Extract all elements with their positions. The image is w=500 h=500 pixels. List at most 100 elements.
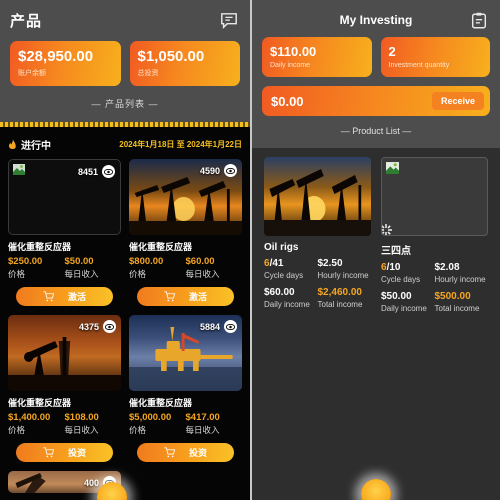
product-daily-income: $60.00 [185, 256, 215, 268]
right-header: My Investing $110.00 Daily income 2 Inve… [252, 0, 500, 148]
cart-icon [43, 291, 54, 302]
daily-income-value: $110.00 [270, 44, 317, 59]
view-count: 4590 [199, 164, 237, 178]
pending-income-card: $0.00 Receive [262, 86, 490, 116]
product-daily-income: $50.00 [64, 256, 94, 268]
investment-thumbnail[interactable] [264, 157, 371, 236]
product-thumbnail[interactable]: 5884 [129, 315, 242, 392]
eye-icon [224, 164, 237, 178]
account-balance-card[interactable]: $28,950.00 账户余额 [10, 41, 121, 87]
page-title: My Investing [339, 13, 413, 27]
investment-name: 三四点 [381, 246, 411, 257]
cursor-click-icon [382, 224, 392, 235]
invest-button[interactable]: 投资 [136, 443, 235, 463]
hourly-income-label: Hourly income [317, 271, 369, 280]
right-body: Oil rigs 6/41 Cycle days $2.50 Hourly in… [252, 148, 500, 320]
total-income-value: $2,460.00 [317, 287, 363, 298]
product-price: $1,400.00 [8, 412, 51, 424]
investing-stats: $110.00 Daily income 2 Investment quanti… [262, 37, 490, 77]
account-balance-value: $28,950.00 [18, 48, 94, 65]
product-thumbnail[interactable]: 4375 [8, 315, 121, 392]
product-name: 催化重整反应器 [129, 242, 193, 253]
daily-income-card[interactable]: $110.00 Daily income [262, 37, 372, 77]
account-balance-label: 账户余额 [18, 70, 46, 78]
total-income-label: Total income [317, 300, 363, 309]
eye-icon [102, 165, 115, 179]
cycle-days-label: Cycle days [264, 271, 304, 280]
total-investment-card[interactable]: $1,050.00 总投资 [129, 41, 240, 87]
oil-pumpjacks-sunset-art [264, 169, 371, 236]
investment-card[interactable]: Oil rigs 6/41 Cycle days $2.50 Hourly in… [264, 157, 371, 320]
cart-icon [43, 447, 54, 458]
product-daily-income: $108.00 [64, 412, 99, 424]
product-row: 4375 催化重整反应器 $1,400.00 价格 $108.00 每日收入 投… [8, 315, 242, 463]
product-card[interactable]: 4375 催化重整反应器 $1,400.00 价格 $108.00 每日收入 投… [8, 315, 121, 463]
hourly-income-value: $2.50 [317, 258, 343, 269]
product-price-label: 价格 [129, 269, 147, 280]
cart-icon [164, 291, 175, 302]
left-header: 产品 $28,950.00 账户余额 $1,050.00 总投资 — 产品列表 … [0, 0, 250, 123]
product-thumbnail[interactable]: 4590 [129, 159, 242, 236]
product-card-empty [129, 471, 242, 493]
hourly-income-label: Hourly income [434, 275, 486, 284]
product-name: 催化重整反应器 [129, 398, 193, 409]
product-price: $5,000.00 [129, 412, 172, 424]
view-count-value: 4590 [199, 165, 220, 176]
product-card[interactable]: 4590 催化重整反应器 $800.00 价格 $60.00 每日收入 激活 [129, 159, 242, 307]
broken-image-icon [13, 164, 25, 176]
activate-button[interactable]: 激活 [15, 287, 114, 307]
invest-button[interactable]: 投资 [15, 443, 114, 463]
left-body: 进行中 2024年1月18日 至 2024年1月22日 8451 催化重整反应器… [0, 127, 250, 494]
product-card[interactable]: 8451 催化重整反应器 $250.00 价格 $50.00 每日收入 激活 [8, 159, 121, 307]
product-card[interactable]: 5884 催化重整反应器 $5,000.00 价格 $417.00 每日收入 投… [129, 315, 242, 463]
product-daily-label: 每日收入 [185, 269, 220, 280]
total-income-label: Total income [434, 304, 480, 313]
ongoing-label: 进行中 [21, 141, 51, 153]
investment-quantity-value: 2 [388, 44, 396, 59]
product-row: 8451 催化重整反应器 $250.00 价格 $50.00 每日收入 激活 4… [8, 159, 242, 307]
activate-button-label: 激活 [67, 292, 86, 303]
total-investment-value: $1,050.00 [137, 48, 205, 65]
product-daily-label: 每日收入 [64, 269, 99, 280]
clipboard-record-icon[interactable] [470, 12, 488, 30]
view-count: 4375 [79, 320, 116, 334]
product-daily-label: 每日收入 [185, 425, 220, 436]
hourly-income-value: $2.08 [434, 262, 460, 273]
product-price: $800.00 [129, 256, 164, 268]
activate-button[interactable]: 激活 [136, 287, 235, 307]
investment-card[interactable]: 三四点 6/10 Cycle days $2.08 Hourly income [381, 157, 488, 320]
activate-button-label: 激活 [188, 292, 207, 303]
investment-thumbnail[interactable] [381, 157, 488, 236]
investment-name: Oil rigs [264, 242, 299, 253]
flame-icon [9, 139, 16, 150]
investment-quantity-label: Investment quantity [388, 62, 450, 69]
view-count-value: 400 [83, 477, 99, 488]
product-price-label: 价格 [129, 425, 147, 436]
investment-daily-label: Daily income [381, 304, 427, 313]
view-count: 5884 [199, 320, 237, 334]
view-count-value: 5884 [199, 321, 220, 332]
floating-action-button[interactable] [361, 479, 391, 500]
eye-icon [103, 320, 116, 334]
daily-income-label: Daily income [270, 62, 311, 69]
product-name: 催化重整反应器 [8, 242, 72, 253]
product-thumbnail[interactable]: 8451 [8, 159, 121, 236]
investment-daily-value: $50.00 [381, 291, 412, 302]
product-price-label: 价格 [8, 425, 26, 436]
investment-quantity-card[interactable]: 2 Investment quantity [380, 37, 490, 77]
invest-button-label: 投资 [67, 448, 86, 459]
product-price-label: 价格 [8, 269, 26, 280]
product-list-separator: — Product List — [340, 126, 412, 136]
view-count: 8451 [78, 165, 115, 179]
product-daily-income: $417.00 [185, 412, 220, 424]
chat-bubble-icon[interactable] [220, 12, 238, 30]
total-investment-label: 总投资 [137, 70, 159, 78]
cart-icon [164, 447, 175, 458]
investment-row: Oil rigs 6/41 Cycle days $2.50 Hourly in… [264, 157, 488, 320]
investment-daily-value: $60.00 [264, 287, 295, 298]
product-name: 催化重整反应器 [8, 398, 72, 409]
cycle-days-label: Cycle days [381, 275, 421, 284]
cycle-days-value: 6/41 [264, 258, 318, 269]
cycle-days-total: /41 [269, 258, 284, 269]
receive-button[interactable]: Receive [431, 92, 484, 110]
